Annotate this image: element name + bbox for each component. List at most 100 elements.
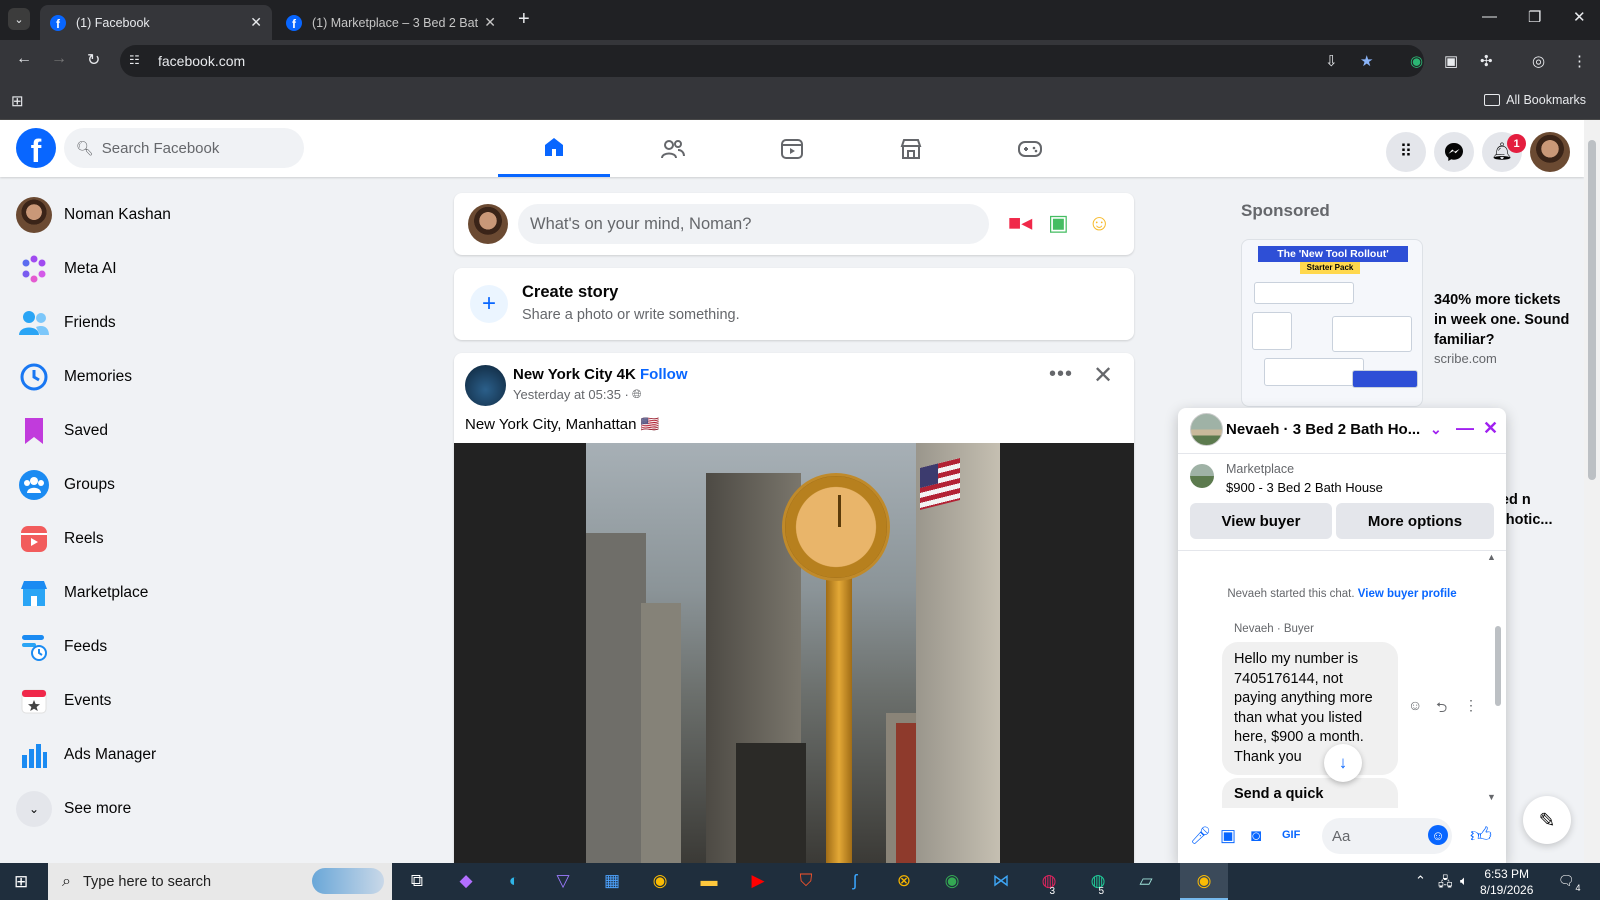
- ad-image[interactable]: The 'New Tool Rollout' Starter Pack: [1241, 239, 1423, 407]
- site-info-icon[interactable]: ☷: [129, 53, 140, 67]
- sidebar-item-ads-manager[interactable]: Ads Manager: [8, 728, 428, 782]
- sidebar-item-events[interactable]: Events: [8, 674, 428, 728]
- extension-icon[interactable]: ◉: [1410, 52, 1423, 70]
- tab-video[interactable]: [736, 120, 848, 177]
- xampp-icon[interactable]: ⊗: [890, 867, 918, 895]
- address-bar[interactable]: ☷ facebook.com ⇩ ★: [120, 45, 1424, 77]
- page-name[interactable]: New York City 4K ·: [513, 366, 645, 383]
- react-icon[interactable]: ☺: [1408, 697, 1422, 713]
- more-options-icon[interactable]: •••: [1049, 363, 1073, 386]
- facebook-logo[interactable]: f: [16, 128, 56, 168]
- more-options-button[interactable]: More options: [1336, 503, 1494, 539]
- install-app-icon[interactable]: ⇩: [1325, 52, 1338, 70]
- browser-menu-icon[interactable]: ⋮: [1572, 52, 1587, 70]
- close-window-button[interactable]: ✕: [1573, 8, 1586, 26]
- page-scrollbar-thumb[interactable]: [1588, 140, 1596, 480]
- copilot-icon[interactable]: ◆: [452, 867, 480, 895]
- forward-button[interactable]: →: [51, 50, 67, 68]
- system-clock[interactable]: 6:53 PM 8/19/2026: [1480, 866, 1533, 898]
- profile-icon[interactable]: ◎: [1532, 52, 1545, 70]
- photo-video-icon[interactable]: ▣: [1048, 210, 1069, 236]
- sidebar-item-reels[interactable]: Reels: [8, 512, 428, 566]
- sidebar-item-profile[interactable]: Noman Kashan: [8, 188, 428, 242]
- vpn-icon[interactable]: ▽: [549, 867, 577, 895]
- chevron-down-icon[interactable]: ⌄: [1430, 421, 1442, 438]
- store-icon[interactable]: ▦: [598, 867, 626, 895]
- messenger-button[interactable]: [1434, 132, 1474, 172]
- scroll-to-bottom-icon[interactable]: ↓: [1324, 744, 1362, 782]
- youtube-icon[interactable]: ▶: [744, 867, 772, 895]
- ad-domain[interactable]: scribe.com: [1434, 351, 1497, 366]
- notification-center-icon[interactable]: 🗨︎ 4: [1558, 873, 1581, 893]
- chat-header[interactable]: Nevaeh · 3 Bed 2 Bath Ho... ⌄ — ✕: [1178, 408, 1506, 454]
- chrome-icon[interactable]: ◉: [646, 867, 674, 895]
- taskbar-search[interactable]: ⌕ Type here to search: [48, 863, 392, 900]
- tab-marketplace[interactable]: [855, 120, 967, 177]
- new-tab-button[interactable]: +: [518, 8, 530, 30]
- brave-icon[interactable]: ⛉: [792, 867, 820, 895]
- app-badge-3-icon[interactable]: ◍ 3: [1035, 867, 1063, 897]
- back-button[interactable]: ←: [16, 50, 32, 68]
- reply-icon[interactable]: ⮌: [1436, 697, 1447, 721]
- post-timestamp[interactable]: Yesterday at 05:35 ·: [513, 387, 629, 402]
- reload-button[interactable]: ↻: [87, 50, 100, 70]
- close-chat-icon[interactable]: ✕: [1483, 418, 1498, 439]
- bookmark-star-icon[interactable]: ★: [1360, 52, 1373, 70]
- sidebar-item-memories[interactable]: Memories: [8, 350, 428, 404]
- sidebar-item-groups[interactable]: Groups: [8, 458, 428, 512]
- restore-window-button[interactable]: ❐: [1528, 8, 1541, 26]
- tab-search-button[interactable]: ⌄: [8, 8, 30, 30]
- page-avatar[interactable]: [465, 365, 506, 406]
- photo-icon[interactable]: ▣: [1220, 826, 1236, 846]
- network-icon[interactable]: 🖧︎: [1438, 873, 1453, 895]
- scroll-down-icon[interactable]: ▼: [1487, 792, 1496, 802]
- create-story-card[interactable]: + Create story Share a photo or write so…: [454, 268, 1134, 340]
- message-more-icon[interactable]: ⋮: [1464, 697, 1478, 714]
- account-avatar[interactable]: [1530, 132, 1570, 172]
- tab-facebook[interactable]: f (1) Facebook ✕: [40, 5, 272, 40]
- scroll-up-icon[interactable]: ▲: [1487, 552, 1496, 562]
- follow-link[interactable]: Follow: [640, 366, 688, 383]
- minimize-window-button[interactable]: —: [1482, 8, 1497, 25]
- profile-extension-icon[interactable]: ▣: [1444, 52, 1458, 70]
- sticker-icon[interactable]: ◙: [1251, 826, 1261, 846]
- tray-overflow-icon[interactable]: ⌃: [1415, 873, 1426, 889]
- tab-gaming[interactable]: [974, 120, 1086, 177]
- app-badge-5-icon[interactable]: ◍ 5: [1084, 867, 1112, 897]
- app-notes-icon[interactable]: ▱: [1132, 867, 1160, 895]
- notifications-button[interactable]: 🔔︎ 1: [1482, 132, 1526, 172]
- extensions-puzzle-icon[interactable]: ✣: [1480, 52, 1493, 70]
- emoji-icon[interactable]: ☺: [1428, 825, 1448, 845]
- sidebar-item-marketplace[interactable]: Marketplace: [8, 566, 428, 620]
- windows-start-icon[interactable]: ⊞: [14, 872, 28, 892]
- listing-title[interactable]: $900 - 3 Bed 2 Bath House: [1226, 480, 1383, 495]
- close-tab-icon[interactable]: ✕: [484, 14, 496, 31]
- close-icon[interactable]: ✕: [1093, 361, 1113, 390]
- minimize-chat-icon[interactable]: —: [1456, 418, 1474, 439]
- chat-title[interactable]: Nevaeh · 3 Bed 2 Bath Ho...: [1226, 421, 1426, 438]
- tab-friends[interactable]: [617, 120, 729, 177]
- new-message-button[interactable]: ✎: [1523, 796, 1571, 844]
- microphone-icon[interactable]: 🎤︎: [1190, 826, 1212, 846]
- sidebar-item-see-more[interactable]: ⌄ See more: [8, 782, 428, 836]
- composer-input[interactable]: What's on your mind, Noman?: [518, 204, 989, 244]
- sidebar-item-feeds[interactable]: Feeds: [8, 620, 428, 674]
- menu-grid-button[interactable]: ⠿: [1386, 132, 1426, 172]
- chat-scrollbar[interactable]: [1495, 626, 1501, 706]
- chrome-active-icon[interactable]: ◉: [1190, 867, 1218, 895]
- volume-icon[interactable]: 🔈︎: [1460, 873, 1468, 889]
- search-input[interactable]: 🔍︎ Search Facebook: [64, 128, 304, 168]
- apps-grid-icon[interactable]: ⊞: [11, 92, 24, 110]
- feeling-activity-icon[interactable]: ☺: [1088, 210, 1110, 236]
- gif-icon[interactable]: GIF: [1282, 829, 1300, 841]
- thumbs-up-icon[interactable]: 👍︎: [1470, 822, 1492, 848]
- task-view-icon[interactable]: ⧉: [403, 867, 431, 895]
- sidebar-item-friends[interactable]: Friends: [8, 296, 428, 350]
- vscode-icon[interactable]: ⋈: [987, 867, 1015, 895]
- edge-icon[interactable]: ◐: [500, 867, 528, 895]
- post-media[interactable]: [454, 443, 1134, 863]
- app-s-icon[interactable]: ʃ: [841, 867, 869, 895]
- tab-marketplace[interactable]: f (1) Marketplace – 3 Bed 2 Bath ✕: [276, 5, 506, 40]
- all-bookmarks-button[interactable]: All Bookmarks: [1484, 93, 1586, 107]
- view-buyer-profile-link[interactable]: View buyer profile: [1358, 588, 1457, 600]
